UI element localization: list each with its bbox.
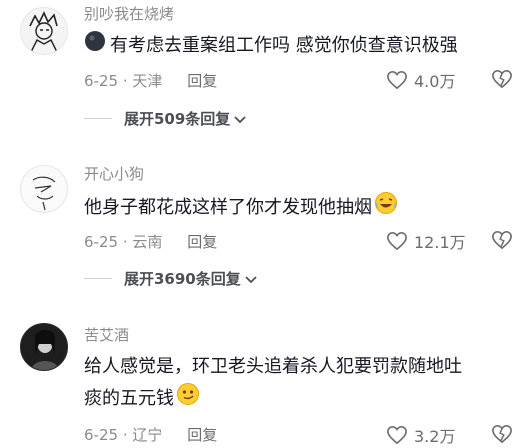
username[interactable]: 开心小狗 [84, 163, 144, 184]
reply-button[interactable]: 回复 [187, 233, 217, 251]
comment-meta: 6-25 · 天津 回复 [84, 70, 217, 91]
chevron-down-icon [245, 270, 257, 288]
heart-outline-icon [387, 425, 407, 445]
like-button[interactable]: 12.1万 [386, 229, 466, 253]
laugh-cry-emoji-icon [374, 191, 398, 225]
line-drawing-avatar-icon [21, 166, 67, 212]
comment-text: 给人感觉是，环卫老头追着杀人犯要罚款随地吐 痰的五元钱 [84, 352, 509, 416]
avatar[interactable] [20, 323, 68, 371]
avatar[interactable] [20, 165, 68, 213]
like-button[interactable]: 4.0万 [386, 68, 455, 92]
like-count: 4.0万 [414, 72, 456, 91]
broken-heart-icon [492, 230, 512, 250]
comment-text-body: 他身子都花成这样了你才发现他抽烟 [84, 197, 372, 218]
comment-location: 天津 [132, 72, 163, 90]
expand-label: 展开509条回复 [124, 110, 231, 128]
comment-text-line-1: 给人感觉是，环卫老头追着杀人犯要罚款随地吐 [84, 356, 462, 377]
username[interactable]: 别吵我在烧烤 [84, 3, 174, 24]
broken-heart-icon [492, 424, 512, 444]
comment-meta: 6-25 · 云南 回复 [84, 231, 217, 252]
heart-outline-icon [387, 70, 407, 90]
reply-button[interactable]: 回复 [187, 72, 217, 90]
dislike-button[interactable] [491, 69, 513, 93]
meta-separator: · [122, 72, 128, 90]
broken-heart-icon [492, 69, 512, 89]
comment-meta: 6-25 · 辽宁 回复 [84, 424, 217, 445]
comment-date: 6-25 [84, 233, 119, 251]
like-button[interactable]: 3.2万 [386, 423, 455, 447]
comment-location: 辽宁 [132, 426, 163, 444]
expand-replies-button[interactable]: 展开509条回复 [84, 108, 246, 129]
comment-date: 6-25 [84, 426, 119, 444]
comment-text-line-2-body: 痰的五元钱 [84, 388, 174, 409]
divider-line [84, 278, 112, 279]
chevron-down-icon [234, 110, 246, 128]
avatar[interactable] [20, 7, 68, 55]
reply-button[interactable]: 回复 [187, 426, 217, 444]
divider-line [84, 118, 112, 119]
meta-separator: · [122, 426, 128, 444]
comment-date: 6-25 [84, 72, 119, 90]
smirk-emoji-icon [176, 382, 200, 416]
dislike-button[interactable] [491, 424, 513, 448]
expand-label: 展开3690条回复 [124, 270, 241, 288]
like-count: 12.1万 [414, 233, 466, 252]
comment-text: 有考虑去重案组工作吗 感觉你侦查意识极强 [84, 30, 509, 62]
heart-outline-icon [387, 231, 407, 251]
dislike-button[interactable] [491, 230, 513, 254]
comment-text-line-2: 痰的五元钱 [84, 382, 509, 416]
dark-portrait-avatar-icon [21, 324, 67, 370]
comment-text-body: 有考虑去重案组工作吗 感觉你侦查意识极强 [110, 35, 458, 56]
username[interactable]: 苦艾酒 [84, 324, 129, 345]
meta-separator: · [122, 233, 128, 251]
comment-location: 云南 [132, 233, 163, 251]
dark-blob-emoji-icon [84, 30, 106, 62]
anime-sketch-avatar-icon [21, 8, 67, 54]
comment-text: 他身子都花成这样了你才发现他抽烟 [84, 191, 509, 225]
like-count: 3.2万 [414, 427, 456, 446]
expand-replies-button[interactable]: 展开3690条回复 [84, 268, 257, 289]
